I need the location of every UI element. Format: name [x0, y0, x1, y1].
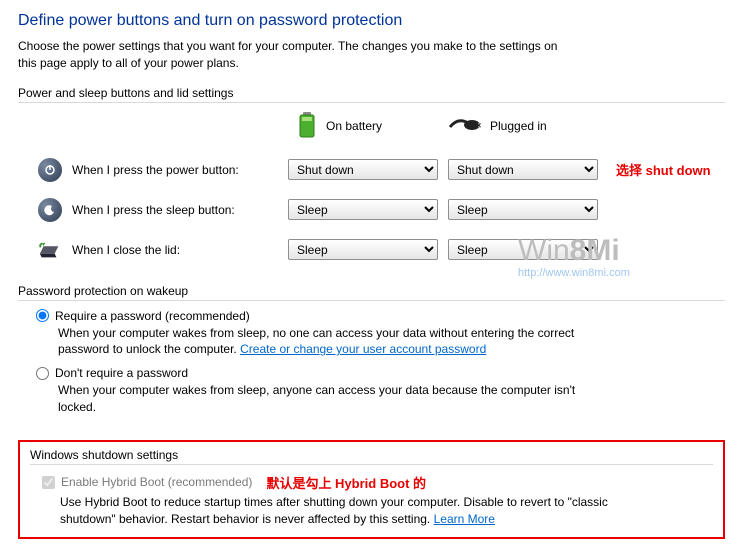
battery-icon — [296, 111, 318, 142]
section-shutdown-settings: Windows shutdown settings — [30, 448, 713, 462]
row-power-button: When I press the power button: Shut down… — [38, 158, 725, 182]
sleep-button-battery-select[interactable]: Sleep — [288, 199, 438, 220]
divider — [18, 102, 725, 103]
row-close-lid: When I close the lid: Sleep Sleep — [38, 238, 725, 262]
power-button-label: When I press the power button: — [72, 163, 239, 177]
power-button-battery-select[interactable]: Shut down — [288, 159, 438, 180]
lid-icon — [38, 238, 62, 262]
close-lid-label: When I close the lid: — [72, 243, 180, 257]
sleep-button-plugged-select[interactable]: Sleep — [448, 199, 598, 220]
page-title: Define power buttons and turn on passwor… — [18, 12, 725, 30]
require-password-label: Require a password (recommended) — [55, 309, 250, 323]
dont-require-password-desc: When your computer wakes from sleep, any… — [58, 382, 598, 416]
plug-icon — [448, 115, 482, 138]
power-button-plugged-select[interactable]: Shut down — [448, 159, 598, 180]
section-password-protection: Password protection on wakeup — [18, 284, 725, 298]
dont-require-password-radio[interactable] — [36, 367, 49, 380]
enable-hybrid-boot-label: Enable Hybrid Boot (recommended) — [61, 475, 252, 489]
on-battery-label: On battery — [326, 119, 382, 133]
sleep-button-label: When I press the sleep button: — [72, 203, 235, 217]
dont-require-password-label: Don't require a password — [55, 366, 188, 380]
create-change-password-link[interactable]: Create or change your user account passw… — [240, 342, 486, 356]
close-lid-plugged-select[interactable]: Sleep — [448, 239, 598, 260]
plugged-in-label: Plugged in — [490, 119, 547, 133]
section-power-sleep-lid: Power and sleep buttons and lid settings — [18, 86, 725, 100]
watermark-url: http://www.win8mi.com — [518, 268, 630, 279]
divider — [30, 464, 713, 465]
intro-text: Choose the power settings that you want … — [18, 38, 578, 72]
require-password-desc: When your computer wakes from sleep, no … — [58, 325, 598, 359]
power-button-icon — [38, 158, 62, 182]
annotation-shut-down: 选择 shut down — [616, 160, 711, 179]
row-sleep-button: When I press the sleep button: Sleep Sle… — [38, 198, 725, 222]
divider — [18, 300, 725, 301]
annotation-hybrid-boot: 默认是勾上 Hybrid Boot 的 — [266, 473, 426, 492]
shutdown-settings-box: Windows shutdown settings Enable Hybrid … — [18, 440, 725, 540]
close-lid-battery-select[interactable]: Sleep — [288, 239, 438, 260]
enable-hybrid-boot-checkbox[interactable] — [42, 476, 55, 489]
column-headers: On battery Plugged in — [296, 111, 725, 142]
sleep-button-icon — [38, 198, 62, 222]
require-password-radio[interactable] — [36, 309, 49, 322]
learn-more-link[interactable]: Learn More — [434, 512, 495, 526]
hybrid-boot-desc: Use Hybrid Boot to reduce startup times … — [60, 494, 650, 528]
